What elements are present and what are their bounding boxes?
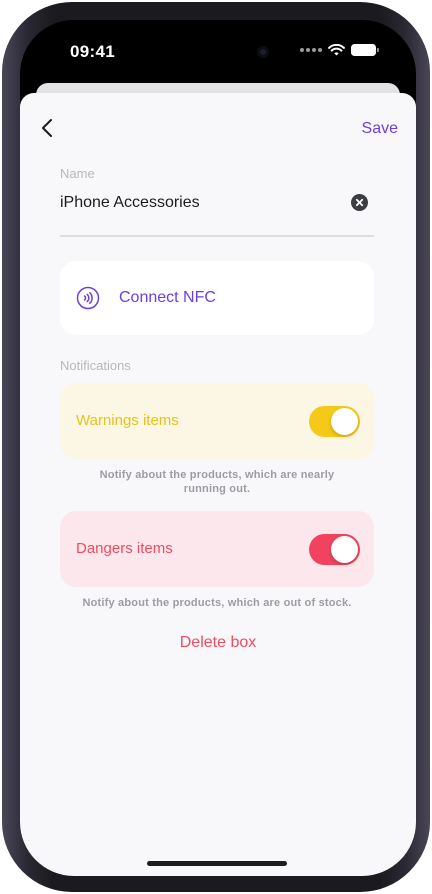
name-field [60, 191, 374, 219]
battery-icon [351, 44, 379, 56]
home-indicator [147, 861, 287, 866]
dangers-hint: Notify about the products, which are out… [82, 597, 352, 609]
phone-frame: 09:41 Save Name iPhone Accessories Conne… [2, 2, 430, 892]
screen: 09:41 Save Name iPhone Accessories Conne… [20, 20, 416, 876]
toggle-knob [331, 536, 358, 563]
dangers-items-label: Dangers items [76, 540, 173, 557]
chevron-left-icon[interactable] [38, 117, 58, 139]
name-underline [60, 235, 374, 237]
toggle-knob [331, 408, 358, 435]
warnings-items-row: Warnings items [60, 383, 374, 459]
warnings-items-toggle[interactable] [309, 406, 360, 437]
warnings-hint: Notify about the products, which are nea… [99, 469, 335, 495]
status-time: 09:41 [70, 42, 115, 61]
clear-circle-icon[interactable] [351, 194, 368, 211]
warnings-items-label: Warnings items [76, 412, 179, 429]
name-label: Name [60, 166, 95, 181]
camera-icon [257, 46, 269, 58]
dangers-items-row: Dangers items [60, 511, 374, 587]
status-icons [300, 44, 379, 56]
save-button[interactable]: Save [362, 120, 398, 138]
name-input[interactable] [60, 191, 340, 215]
dangers-items-toggle[interactable] [309, 534, 360, 565]
connect-nfc-label: Connect NFC [119, 289, 216, 306]
delete-box-button[interactable]: Delete box [20, 634, 416, 652]
connect-nfc-button[interactable]: Connect NFC [60, 261, 374, 335]
notifications-section-label: Notifications [60, 358, 131, 373]
status-bar: 09:41 [20, 20, 416, 80]
nfc-icon [76, 286, 100, 310]
wifi-icon [328, 44, 345, 56]
edit-box-sheet: Save Name Connect NFC [20, 93, 416, 876]
cellular-dots-icon [300, 48, 322, 52]
